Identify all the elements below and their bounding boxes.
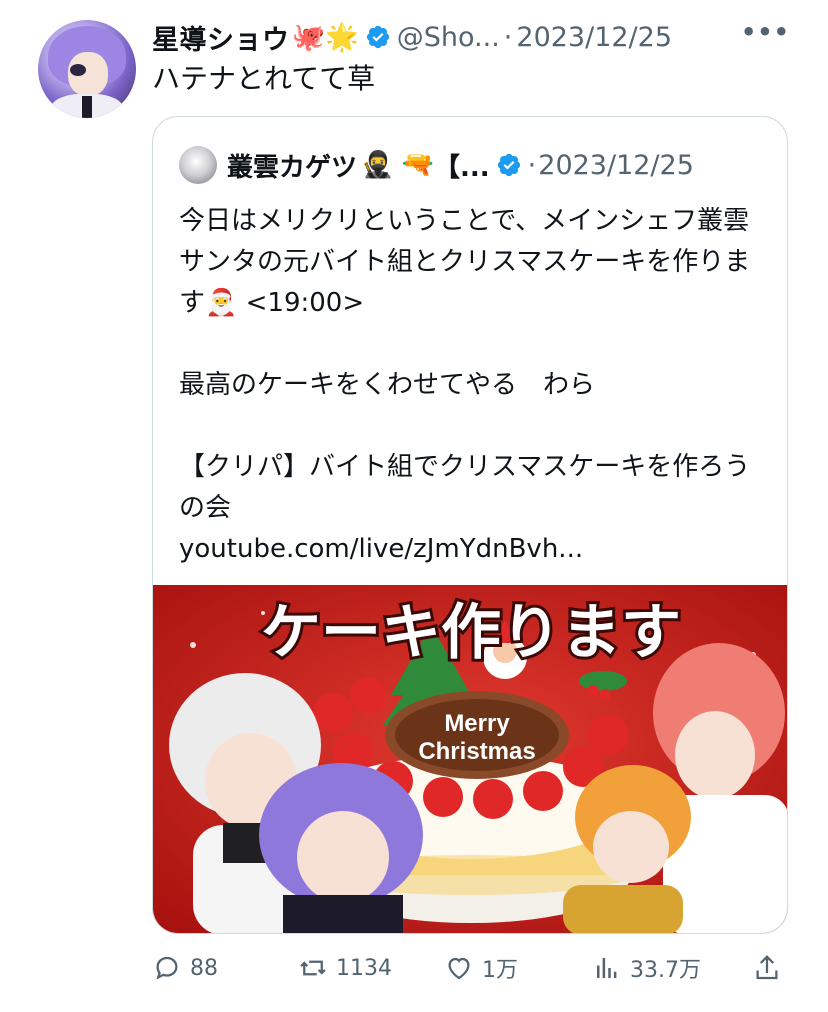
avatar-eyepatch (70, 64, 86, 76)
views-icon (597, 958, 617, 978)
avatar-tie (82, 96, 92, 118)
views-count: 33.7万 (630, 958, 701, 983)
tweet-date[interactable]: 2023/12/25 (516, 22, 672, 53)
tweet-actions: 88 1134 1万 33.7万 (152, 946, 792, 990)
retweet-count: 1134 (336, 955, 392, 981)
quoted-author-avatar (179, 146, 217, 184)
quoted-tweet-header: 叢雲カゲツ 🥷 🔫 【... · 2023/12/25 (179, 145, 767, 185)
tweet-text: ハテナとれてて草 (152, 62, 376, 95)
quoted-author-name-suffix: 【... (434, 152, 490, 183)
author-emoji: 🐙🌟 (291, 22, 359, 53)
quoted-verified-badge-icon (497, 153, 520, 177)
like-count: 1万 (482, 958, 518, 983)
share-button[interactable] (752, 946, 790, 990)
video-thumbnail[interactable]: Merry Christmas ケーキ作ります (153, 585, 788, 934)
quoted-tweet-text: 今日はメリクリということで、メインシェフ叢雲サンタの元バイト組とクリスマスケーキ… (179, 206, 751, 564)
character-purple-hair (259, 763, 423, 933)
reply-button[interactable]: 88 (152, 946, 218, 990)
quoted-tweet-card[interactable]: 叢雲カゲツ 🥷 🔫 【... · 2023/12/25 今日はメリクリということ… (152, 116, 788, 934)
author-handle[interactable]: @Sho... (397, 22, 500, 53)
quoted-tweet-date: 2023/12/25 (538, 149, 694, 181)
share-icon (756, 955, 778, 980)
plaque-line-1: Merry (444, 710, 510, 737)
reply-count: 88 (190, 955, 218, 981)
like-button[interactable]: 1万 (444, 946, 518, 990)
plaque-line-2: Christmas (418, 738, 535, 765)
verified-badge-icon (366, 25, 389, 49)
quoted-header-separator: · (527, 149, 537, 181)
reply-icon (156, 956, 178, 980)
more-options-icon[interactable]: ••• (741, 18, 790, 46)
header-separator: · (503, 21, 513, 53)
author-avatar[interactable] (38, 20, 136, 118)
tweet-header: 星導ショウ 🐙🌟 @Sho... · 2023/12/25 ••• (152, 18, 790, 56)
views-button[interactable]: 33.7万 (592, 946, 701, 990)
quoted-author-emoji: 🥷 🔫 (361, 150, 435, 180)
retweet-icon (300, 960, 326, 976)
retweet-button[interactable]: 1134 (298, 946, 392, 990)
author-display-name[interactable]: 星導ショウ (152, 18, 290, 57)
heart-icon (448, 957, 470, 980)
thumbnail-title: ケーキ作ります (261, 598, 681, 668)
quoted-author-display-name: 叢雲カゲツ (227, 152, 358, 183)
